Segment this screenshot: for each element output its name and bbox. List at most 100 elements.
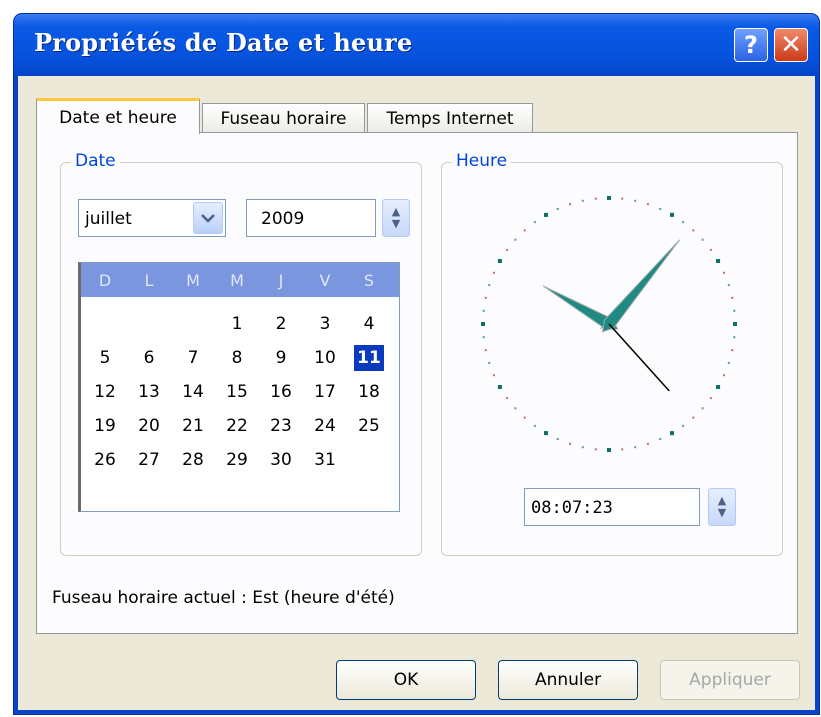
minute-marker — [569, 442, 572, 445]
calendar-day[interactable]: 14 — [178, 379, 208, 405]
calendar-day[interactable]: 30 — [266, 447, 296, 473]
calendar-day[interactable]: 15 — [222, 379, 252, 405]
ok-button[interactable]: OK — [336, 660, 476, 700]
calendar-day[interactable]: 20 — [134, 413, 164, 439]
calendar-day[interactable]: 27 — [134, 447, 164, 473]
weekday-header: J — [278, 271, 284, 290]
hour-marker — [670, 212, 674, 217]
minute-marker — [581, 199, 584, 202]
minute-marker — [488, 284, 491, 287]
analog-clock — [481, 196, 737, 452]
hour-marker — [481, 322, 485, 326]
minute-marker — [731, 349, 734, 352]
time-spinner[interactable]: ▲ ▼ — [708, 488, 736, 526]
calendar-day[interactable]: 8 — [222, 345, 252, 371]
minute-marker — [556, 438, 559, 441]
calendar-day[interactable]: 21 — [178, 413, 208, 439]
minute-marker — [646, 442, 649, 445]
minute-marker — [692, 416, 695, 419]
minute-marker — [556, 207, 559, 210]
time-input[interactable]: 08:07:23 — [524, 488, 700, 526]
hour-marker — [670, 431, 674, 436]
calendar-day[interactable]: 6 — [134, 345, 164, 371]
month-select[interactable]: juillet — [78, 199, 226, 237]
calendar-day[interactable]: 26 — [90, 447, 120, 473]
minute-marker — [484, 296, 487, 299]
title-bar[interactable]: Propriétés de Date et heure ? ✕ — [14, 14, 819, 76]
close-button[interactable]: ✕ — [774, 28, 808, 62]
hour-marker — [607, 196, 611, 200]
calendar-day[interactable]: 25 — [354, 413, 384, 439]
calendar-day[interactable]: 13 — [134, 379, 164, 405]
minute-marker — [646, 203, 649, 206]
minute-marker — [701, 407, 704, 410]
minute-marker — [709, 397, 712, 400]
minute-marker — [506, 248, 509, 251]
minute-marker — [682, 221, 685, 224]
cancel-button[interactable]: Annuler — [498, 660, 638, 700]
hour-marker — [544, 431, 548, 436]
calendar-day[interactable]: 28 — [178, 447, 208, 473]
year-input[interactable]: 2009 — [246, 199, 376, 237]
minute-marker — [709, 248, 712, 251]
calendar-day[interactable]: 22 — [222, 413, 252, 439]
calendar-day[interactable]: 9 — [266, 345, 296, 371]
minute-marker — [533, 424, 536, 427]
minute-marker — [733, 336, 736, 339]
spin-down-icon[interactable]: ▼ — [718, 507, 726, 519]
minute-marker — [514, 238, 517, 241]
calendar-day[interactable]: 31 — [310, 447, 340, 473]
minute-marker — [723, 271, 726, 274]
calendar-day[interactable]: 16 — [266, 379, 296, 405]
calendar-day[interactable]: 12 — [90, 379, 120, 405]
calendar-day[interactable]: 17 — [310, 379, 340, 405]
calendar-day[interactable]: 3 — [310, 311, 340, 337]
calendar-day[interactable]: 11 — [354, 345, 384, 371]
weekday-header: L — [144, 271, 154, 290]
tab-fuseau-horaire[interactable]: Fuseau horaire — [202, 103, 365, 133]
month-calendar[interactable]: DLMMJVS 1 2 3 4 5 6 7 8 9 10 11 12 13 14 15 16 17 18 19 20 2… — [78, 262, 400, 512]
minute-marker — [634, 446, 637, 449]
calendar-weekday-header: DLMMJVS — [81, 263, 399, 297]
date-time-properties-window: Propriétés de Date et heure ? ✕ Date et … — [14, 14, 819, 714]
time-group-legend: Heure — [452, 151, 512, 171]
tab-date-et-heure[interactable]: Date et heure — [36, 98, 200, 134]
calendar-day[interactable]: 29 — [222, 447, 252, 473]
calendar-day[interactable]: 7 — [178, 345, 208, 371]
tab-temps-internet[interactable]: Temps Internet — [367, 103, 533, 133]
calendar-day[interactable]: 5 — [90, 345, 120, 371]
minute-marker — [488, 361, 491, 364]
calendar-day[interactable]: 4 — [354, 311, 384, 337]
second-hand — [608, 323, 670, 392]
calendar-day[interactable]: 1 — [222, 311, 252, 337]
minute-marker — [594, 197, 597, 200]
dialog-client-area: Date et heure Fuseau horaire Temps Inter… — [18, 76, 815, 710]
calendar-day[interactable]: 10 — [310, 345, 340, 371]
calendar-day[interactable]: 19 — [90, 413, 120, 439]
calendar-day[interactable]: 23 — [266, 413, 296, 439]
minute-hand — [601, 239, 681, 333]
calendar-day[interactable]: 24 — [310, 413, 340, 439]
calendar-day[interactable]: 18 — [354, 379, 384, 405]
chevron-down-icon[interactable] — [193, 202, 223, 234]
help-button[interactable]: ? — [734, 28, 768, 62]
minute-marker — [659, 438, 662, 441]
minute-marker — [492, 374, 495, 377]
hour-marker — [607, 448, 611, 452]
minute-marker — [533, 221, 536, 224]
minute-marker — [506, 397, 509, 400]
minute-marker — [514, 407, 517, 410]
year-input-value: 2009 — [261, 209, 305, 229]
spin-down-icon[interactable]: ▼ — [392, 218, 400, 230]
time-input-value: 08:07:23 — [531, 498, 613, 518]
year-spinner[interactable]: ▲ ▼ — [382, 199, 410, 237]
weekday-header: M — [186, 271, 200, 290]
month-select-value: juillet — [85, 209, 132, 229]
calendar-day[interactable]: 2 — [266, 311, 296, 337]
hour-marker — [733, 322, 737, 326]
minute-marker — [727, 361, 730, 364]
minute-marker — [634, 199, 637, 202]
minute-marker — [621, 197, 624, 200]
minute-marker — [492, 271, 495, 274]
apply-button[interactable]: Appliquer — [660, 660, 800, 700]
